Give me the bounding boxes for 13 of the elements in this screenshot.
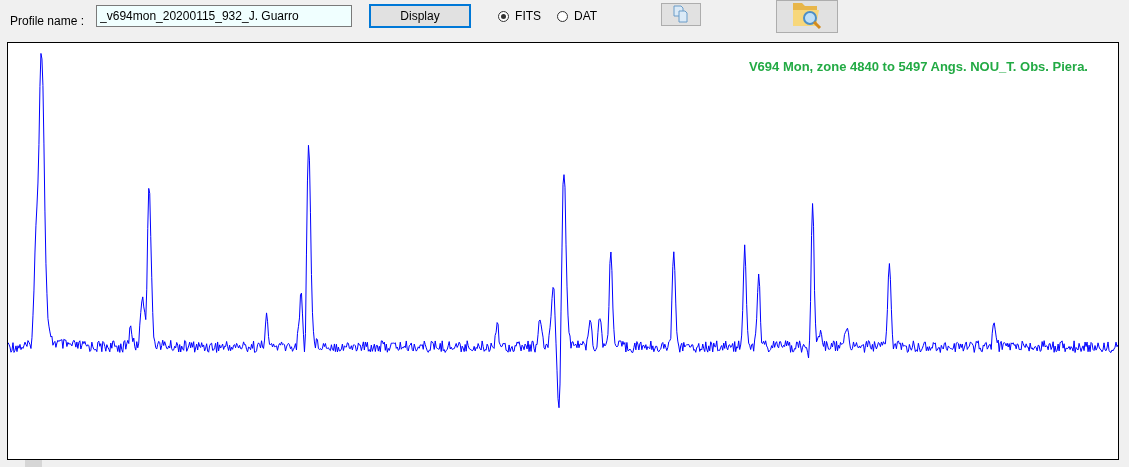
format-label: DAT — [574, 9, 598, 23]
radio-button[interactable] — [557, 10, 569, 22]
profile-name-label: Profile name : — [10, 14, 85, 28]
profile-name-field[interactable]: _v694mon_20200115_932_J. Guarro — [96, 5, 353, 27]
radio-button[interactable] — [498, 10, 510, 22]
scrollbar-thumb[interactable] — [25, 460, 42, 467]
copy-button[interactable] — [661, 2, 702, 26]
open-folder-button[interactable] — [776, 0, 839, 33]
display-button[interactable]: Display — [369, 4, 472, 28]
folder-search-icon — [791, 1, 824, 31]
copy-icon — [672, 5, 691, 23]
plot-caption: V694 Mon, zone 4840 to 5497 Angs. NOU_T. Obs. Piera. — [748, 59, 1088, 74]
format-label: FITS — [515, 9, 542, 23]
